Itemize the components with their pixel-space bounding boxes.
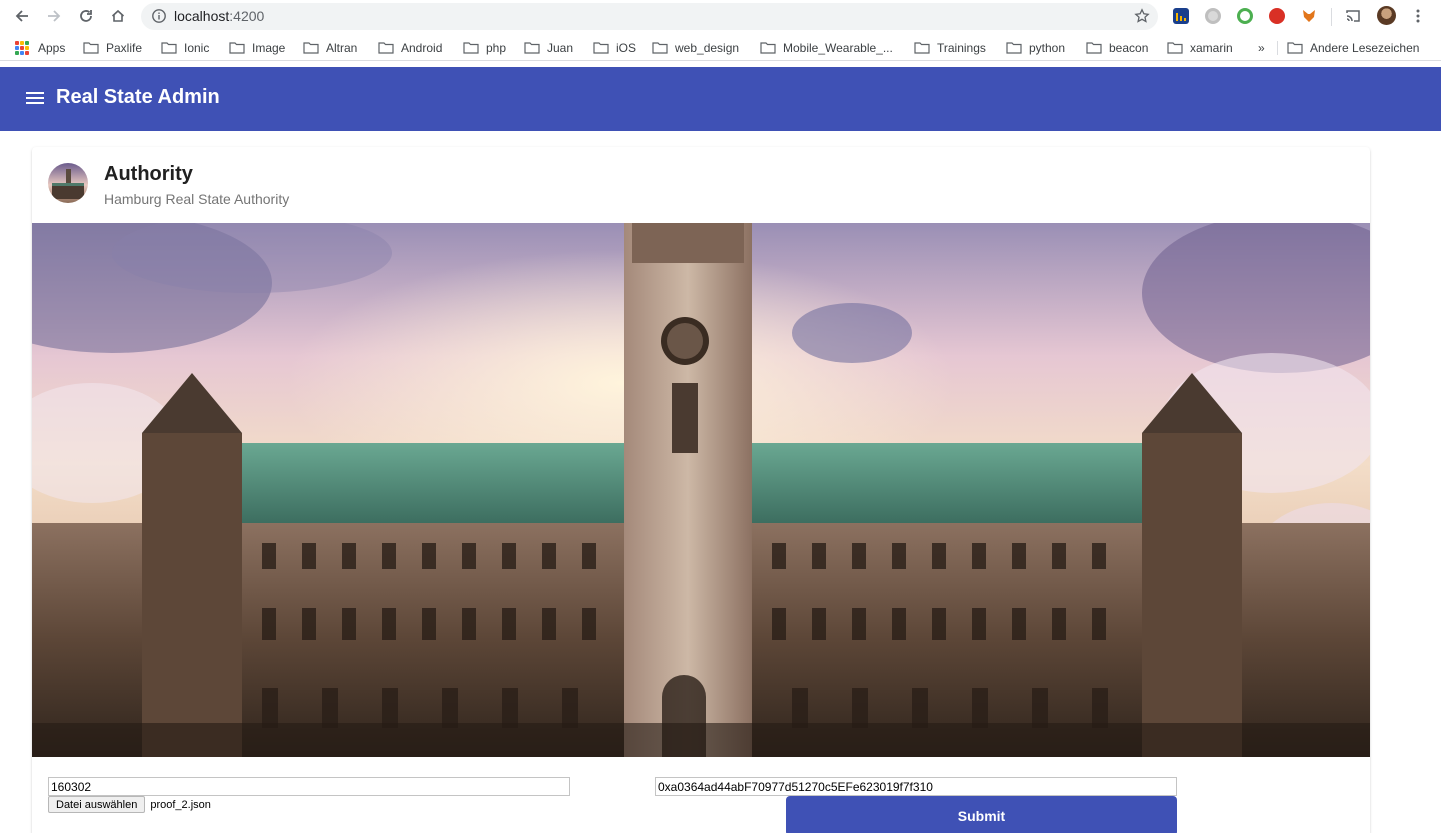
folder-icon [760, 41, 776, 54]
folder-icon [524, 41, 540, 54]
address-bar[interactable]: localhost:4200 [141, 3, 1158, 30]
bookmark-folder[interactable]: php [463, 39, 506, 56]
circle-extension-icon[interactable] [1205, 8, 1221, 24]
ring-extension-icon[interactable] [1237, 8, 1253, 24]
profile-avatar[interactable] [1377, 6, 1396, 25]
city-hall-photo [32, 223, 1370, 757]
bookmarks-overflow-button[interactable]: » [1258, 39, 1265, 56]
bookmark-folder[interactable]: Mobile_Wearable_... [760, 39, 893, 56]
bookmark-label: Andere Lesezeichen [1310, 40, 1420, 55]
bookmark-folder[interactable]: web_design [652, 39, 739, 56]
url-port: :4200 [229, 8, 265, 24]
folder-icon [914, 41, 930, 54]
bookmark-folder[interactable]: Ionic [161, 39, 209, 56]
more-vertical-icon[interactable] [1410, 8, 1426, 24]
bookmark-label: xamarin [1190, 40, 1233, 55]
bookmark-label: Mobile_Wearable_... [783, 40, 893, 55]
bookmark-folder[interactable]: Image [229, 39, 285, 56]
bookmark-label: web_design [675, 40, 740, 55]
url-text: localhost:4200 [174, 8, 264, 24]
bookmark-folder[interactable]: Juan [524, 39, 573, 56]
browser-toolbar: localhost:4200 [0, 0, 1441, 34]
bookmark-folder[interactable]: python [1006, 39, 1065, 56]
overflow-chevron-icon: » [1258, 40, 1265, 55]
bookmark-folder[interactable]: Trainings [914, 39, 986, 56]
folder-icon [83, 41, 99, 54]
bookmark-label: php [486, 40, 507, 55]
bookmark-folder[interactable]: beacon [1086, 39, 1148, 56]
bookmark-star-icon[interactable] [1134, 8, 1150, 24]
bookmark-label: beacon [1109, 40, 1149, 55]
selected-file-name: proof_2.json [150, 798, 211, 811]
card-title: Authority [104, 163, 193, 185]
folder-icon [652, 41, 668, 54]
folder-icon [1167, 41, 1183, 54]
bookmark-folder[interactable]: Android [378, 39, 442, 56]
folder-icon [161, 41, 177, 54]
bookmarks-divider [1277, 41, 1278, 55]
reload-icon[interactable] [74, 4, 98, 28]
app-title: Real State Admin [56, 86, 220, 108]
id-input[interactable] [48, 777, 570, 796]
folder-icon [229, 41, 245, 54]
bookmark-label: Ionic [184, 40, 210, 55]
folder-icon [593, 41, 609, 54]
home-icon[interactable] [106, 4, 130, 28]
forward-arrow-icon[interactable] [42, 4, 66, 28]
url-host: localhost [174, 8, 230, 24]
file-picker: Datei auswählen proof_2.json [48, 796, 211, 813]
bookmark-folder[interactable]: xamarin [1167, 39, 1233, 56]
analytics-extension-icon[interactable] [1173, 8, 1189, 24]
apps-grid-icon [15, 40, 29, 55]
bookmark-folder[interactable]: Paxlife [83, 39, 142, 56]
bookmark-label: Image [252, 40, 286, 55]
submit-button[interactable]: Submit [786, 796, 1177, 833]
folder-icon [1287, 41, 1303, 54]
bookmark-label: python [1029, 40, 1066, 55]
info-icon[interactable] [151, 8, 167, 24]
bookmark-label: Trainings [937, 40, 986, 55]
toolbar-divider [1331, 8, 1332, 26]
menu-icon[interactable] [26, 89, 46, 109]
bookmark-label: Android [401, 40, 443, 55]
folder-icon [1086, 41, 1102, 54]
bookmark-apps[interactable]: Apps [15, 39, 65, 56]
choose-file-button[interactable]: Datei auswählen [48, 796, 146, 813]
bookmark-folder[interactable]: Altran [303, 39, 357, 56]
fox-extension-icon[interactable] [1301, 8, 1317, 24]
bookmark-label: Paxlife [106, 40, 143, 55]
av-extension-icon[interactable] [1269, 8, 1285, 24]
bookmark-label: Apps [38, 40, 66, 55]
bookmarks-bar: Apps Paxlife Ionic Image Altran Android php Ju… [0, 34, 1441, 61]
card-subtitle: Hamburg Real State Authority [104, 191, 290, 207]
folder-icon [463, 41, 479, 54]
authority-card: Authority Hamburg Real State Authority 1… [32, 147, 1370, 833]
bookmark-label: Juan [547, 40, 574, 55]
cast-icon[interactable] [1345, 8, 1361, 24]
folder-icon [378, 41, 394, 54]
address-input[interactable] [655, 777, 1177, 796]
bookmark-label: Altran [326, 40, 358, 55]
bookmark-other[interactable]: Andere Lesezeichen [1287, 39, 1419, 56]
bookmark-folder[interactable]: iOS [593, 39, 636, 56]
folder-icon [1006, 41, 1022, 54]
bookmark-label: iOS [616, 40, 637, 55]
app-toolbar: Real State Admin [0, 67, 1441, 131]
folder-icon [303, 41, 319, 54]
back-arrow-icon[interactable] [10, 4, 34, 28]
authority-avatar [48, 163, 88, 203]
